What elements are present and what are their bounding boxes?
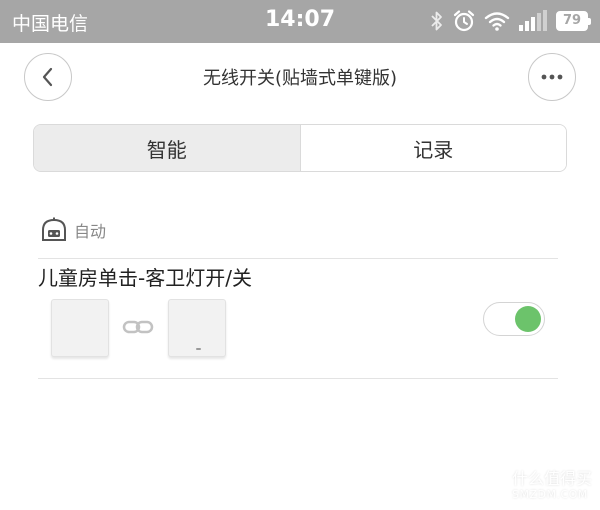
- status-icons: 79: [430, 8, 591, 34]
- rule-toggle[interactable]: [483, 302, 545, 336]
- wifi-icon: [484, 12, 510, 31]
- alarm-icon: [453, 10, 475, 32]
- watermark-en: SMZDM.COM: [511, 487, 588, 501]
- page-title: 无线开关(贴墙式单键版): [202, 68, 398, 89]
- watermark-badge: 值: [469, 468, 506, 504]
- tab-records[interactable]: 记录: [300, 125, 566, 171]
- status-bar: 中国电信 14:07 79: [0, 0, 600, 43]
- bluetooth-icon: [431, 11, 442, 31]
- watermark-text: 什么值得买 SMZDM.COM: [512, 470, 592, 501]
- switch-indicator: [196, 348, 201, 350]
- status-clock: 14:07: [264, 7, 336, 32]
- robot-icon: [42, 217, 66, 241]
- watermark: 值 什么值得买 SMZDM.COM: [469, 468, 592, 504]
- toggle-knob: [515, 306, 541, 332]
- rule-title[interactable]: 儿童房单击-客卫灯开/关: [38, 262, 252, 291]
- rule-divider: [38, 378, 558, 379]
- battery-icon: 79: [556, 11, 591, 31]
- section-header: 自动: [40, 217, 106, 243]
- signal-icon: [519, 10, 547, 31]
- carrier-label: 中国电信: [12, 13, 89, 35]
- target-switch-image: [168, 299, 226, 357]
- section-divider: [38, 258, 558, 259]
- more-icon: [541, 74, 563, 80]
- tab-bar: 智能 记录: [33, 124, 567, 172]
- more-button[interactable]: [528, 53, 576, 101]
- link-icon: [122, 320, 154, 334]
- trigger-switch-image: [51, 299, 109, 357]
- tab-smart[interactable]: 智能: [34, 125, 301, 171]
- section-label: 自动: [74, 222, 107, 241]
- watermark-cn: 什么值得买: [511, 469, 592, 489]
